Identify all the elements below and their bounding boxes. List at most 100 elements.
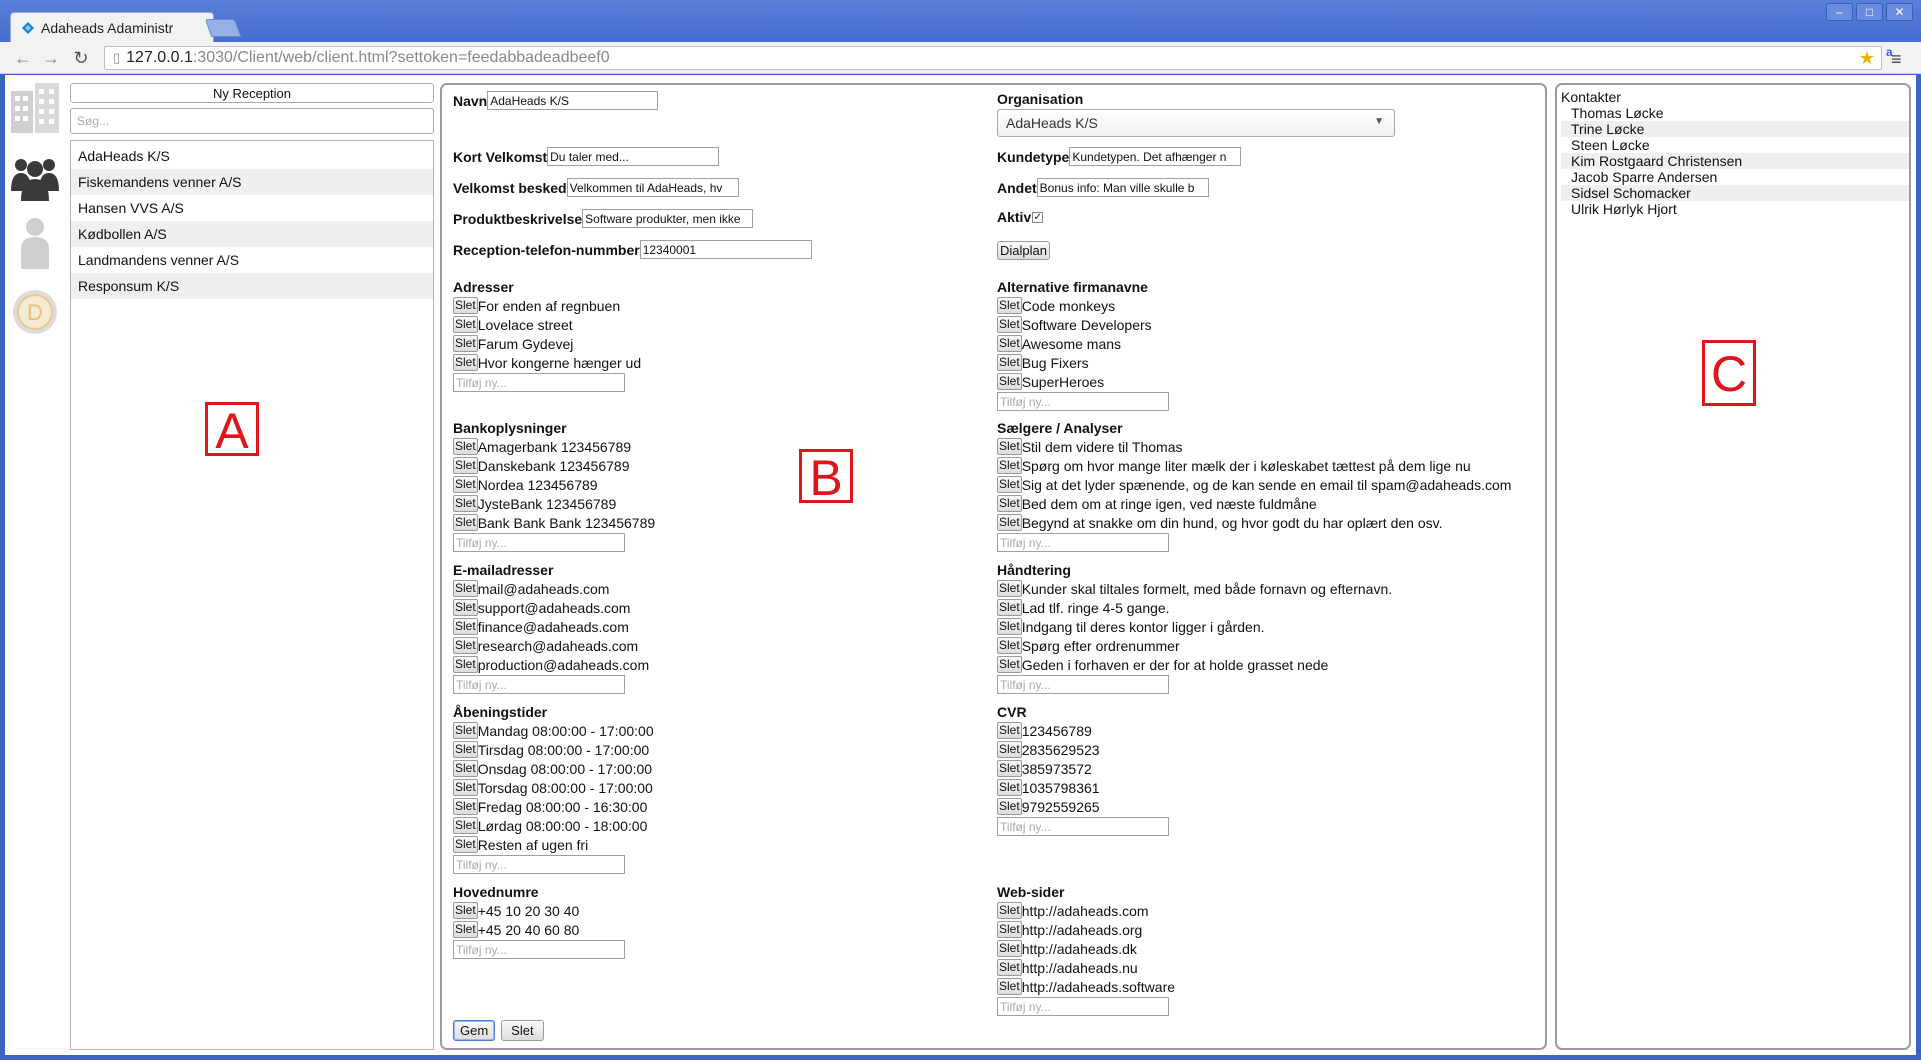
slet-item-button[interactable]: Slet xyxy=(453,921,478,938)
slet-item-button[interactable]: Slet xyxy=(997,978,1022,995)
add-new-input[interactable] xyxy=(453,373,625,392)
add-new-input[interactable] xyxy=(997,533,1169,552)
contact-list-item[interactable]: Sidsel Schomacker xyxy=(1561,185,1909,201)
person-icon[interactable] xyxy=(9,215,61,269)
slet-item-button[interactable]: Slet xyxy=(997,940,1022,957)
slet-item-button[interactable]: Slet xyxy=(453,316,478,333)
slet-item-button[interactable]: Slet xyxy=(453,438,478,455)
browser-tab[interactable]: Adaheads Adaministr xyxy=(10,12,214,42)
slet-item-button[interactable]: Slet xyxy=(453,580,478,597)
slet-item-button[interactable]: Slet xyxy=(997,457,1022,474)
contact-list-item[interactable]: Trine Løcke xyxy=(1561,121,1909,137)
add-new-input[interactable] xyxy=(453,533,625,552)
slet-item-button[interactable]: Slet xyxy=(453,335,478,352)
slet-item-button[interactable]: Slet xyxy=(453,618,478,635)
slet-item-button[interactable]: Slet xyxy=(997,921,1022,938)
reception-telefon-input[interactable] xyxy=(639,240,812,259)
slet-item-button[interactable]: Slet xyxy=(453,457,478,474)
search-input[interactable] xyxy=(70,108,434,134)
back-icon[interactable]: ← xyxy=(12,47,34,69)
kort-velkomst-input[interactable] xyxy=(547,147,720,166)
reception-list-item[interactable]: Fiskemandens venner A/S xyxy=(71,169,433,195)
slet-item-button[interactable]: Slet xyxy=(453,779,478,796)
slet-item-button[interactable]: Slet xyxy=(997,599,1022,616)
reception-list-item[interactable]: Responsum K/S xyxy=(71,273,433,299)
slet-item-button[interactable]: Slet xyxy=(997,580,1022,597)
contact-list-item[interactable]: Ulrik Hørlyk Hjort xyxy=(1561,201,1909,217)
building-icon[interactable] xyxy=(9,81,61,135)
slet-item-button[interactable]: Slet xyxy=(997,373,1022,390)
contact-list-item[interactable]: Steen Løcke xyxy=(1561,137,1909,153)
new-tab-button[interactable] xyxy=(204,19,242,37)
gem-button[interactable]: Gem xyxy=(453,1020,496,1041)
bookmark-star-icon[interactable]: ★ xyxy=(1859,48,1875,69)
slet-item-button[interactable]: Slet xyxy=(997,618,1022,635)
reception-list-item[interactable]: Landmandens venner A/S xyxy=(71,247,433,273)
contact-list-item[interactable]: Thomas Løcke xyxy=(1561,105,1909,121)
forward-icon[interactable]: → xyxy=(40,47,62,69)
slet-item-button[interactable]: Slet xyxy=(453,798,478,815)
slet-item-button[interactable]: Slet xyxy=(997,335,1022,352)
slet-item-button[interactable]: Slet xyxy=(453,514,478,531)
slet-item-button[interactable]: Slet xyxy=(997,656,1022,673)
slet-item-button[interactable]: Slet xyxy=(453,760,478,777)
slet-item-button[interactable]: Slet xyxy=(453,741,478,758)
slet-reception-button[interactable]: Slet xyxy=(501,1020,544,1041)
slet-item-button[interactable]: Slet xyxy=(453,722,478,739)
slet-item-button[interactable]: Slet xyxy=(453,354,478,371)
slet-item-button[interactable]: Slet xyxy=(997,798,1022,815)
maximize-icon[interactable]: □ xyxy=(1856,3,1883,21)
slet-item-button[interactable]: Slet xyxy=(997,959,1022,976)
slet-item-button[interactable]: Slet xyxy=(453,297,478,314)
add-new-input[interactable] xyxy=(453,675,625,694)
add-new-input[interactable] xyxy=(997,997,1169,1016)
andet-input[interactable] xyxy=(1036,178,1209,197)
slet-item-button[interactable]: Slet xyxy=(997,495,1022,512)
produktbeskrivelse-input[interactable] xyxy=(582,209,754,228)
slet-item-button[interactable]: Slet xyxy=(997,722,1022,739)
slet-item-button[interactable]: Slet xyxy=(997,354,1022,371)
slet-item-button[interactable]: Slet xyxy=(453,495,478,512)
slet-item-button[interactable]: Slet xyxy=(453,836,478,853)
reception-list-item[interactable]: AdaHeads K/S xyxy=(71,143,433,169)
menu-icon[interactable]: ≡ xyxy=(1891,49,1902,70)
add-new-input[interactable] xyxy=(997,817,1169,836)
organisation-select[interactable]: AdaHeads K/S ▼ xyxy=(997,109,1395,137)
slet-item-button[interactable]: Slet xyxy=(997,316,1022,333)
slet-item-button[interactable]: Slet xyxy=(997,760,1022,777)
slet-item-button[interactable]: Slet xyxy=(997,514,1022,531)
slet-item-button[interactable]: Slet xyxy=(453,656,478,673)
slet-item-button[interactable]: Slet xyxy=(453,599,478,616)
contact-list-item[interactable]: Kim Rostgaard Christensen xyxy=(1561,153,1909,169)
add-new-input[interactable] xyxy=(997,392,1169,411)
slet-item-button[interactable]: Slet xyxy=(997,741,1022,758)
contact-list-item[interactable]: Jacob Sparre Andersen xyxy=(1561,169,1909,185)
slet-item-button[interactable]: Slet xyxy=(997,476,1022,493)
close-icon[interactable]: ✕ xyxy=(1886,3,1913,21)
slet-item-button[interactable]: Slet xyxy=(453,817,478,834)
slet-item-button[interactable]: Slet xyxy=(997,297,1022,314)
slet-item-button[interactable]: Slet xyxy=(997,637,1022,654)
aktiv-checkbox[interactable]: ✓ xyxy=(1032,211,1044,223)
minimize-icon[interactable]: – xyxy=(1826,3,1853,21)
reload-icon[interactable]: ↻ xyxy=(70,47,92,69)
reception-list-item[interactable]: Hansen VVS A/S xyxy=(71,195,433,221)
slet-item-button[interactable]: Slet xyxy=(997,779,1022,796)
velkomst-besked-input[interactable] xyxy=(566,178,739,197)
group-icon[interactable] xyxy=(9,151,61,205)
navn-input[interactable] xyxy=(487,91,659,110)
reception-list-item[interactable]: Kødbollen A/S xyxy=(71,221,433,247)
dialplan-button[interactable]: Dialplan xyxy=(997,241,1050,260)
slet-item-button[interactable]: Slet xyxy=(453,637,478,654)
slet-item-button[interactable]: Slet xyxy=(997,438,1022,455)
slet-item-button[interactable]: Slet xyxy=(453,902,478,919)
slet-item-button[interactable]: Slet xyxy=(453,476,478,493)
add-new-input[interactable] xyxy=(997,675,1169,694)
add-new-input[interactable] xyxy=(453,940,625,959)
slet-item-button[interactable]: Slet xyxy=(997,902,1022,919)
kundetype-input[interactable] xyxy=(1069,147,1242,166)
dialplan-icon[interactable]: D xyxy=(9,285,61,339)
add-new-input[interactable] xyxy=(453,855,625,874)
address-bar[interactable]: ▯ 127.0.0.1:3030/Client/web/client.html?… xyxy=(104,46,1882,70)
new-reception-button[interactable]: Ny Reception xyxy=(70,83,434,103)
